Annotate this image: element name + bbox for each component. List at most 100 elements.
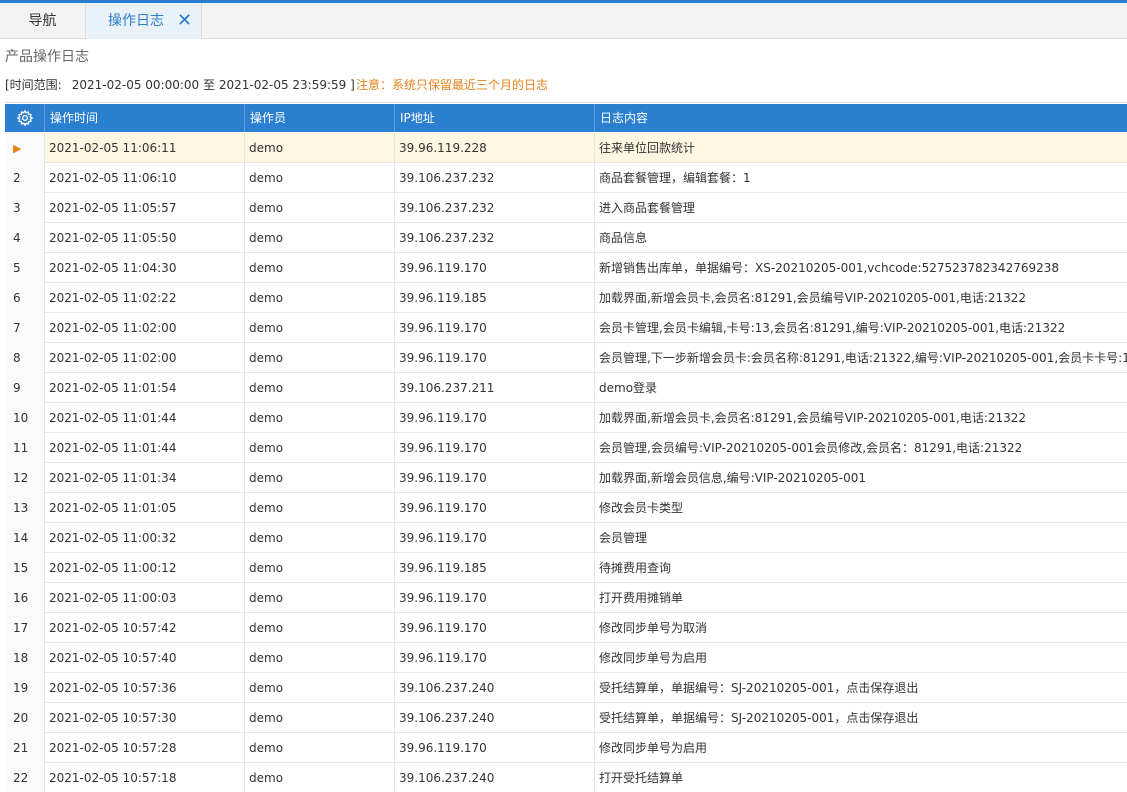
row-number: 21 (5, 733, 45, 763)
gear-icon[interactable] (5, 104, 45, 132)
cell-ip: 39.106.237.232 (395, 223, 595, 253)
cell-content: 修改会员卡类型 (599, 501, 684, 515)
cell-content: 商品信息 (599, 231, 648, 245)
row-number: 8 (5, 343, 45, 373)
table-row[interactable]: 14 2021-02-05 11:00:32 demo 39.96.119.170 会员… (5, 523, 1127, 553)
row-number: 7 (5, 313, 45, 343)
play-arrow-icon: ▶ (13, 142, 22, 155)
cell-content: 会员管理,会员编号:VIP-20210205-001会员修改,会员名：81291… (599, 441, 1023, 455)
cell-content: 新增销售出库单，单据编号：XS-20210205-001,vchcode:527… (599, 261, 1060, 275)
cell-time: 2021-02-05 11:00:12 (45, 553, 245, 583)
row-number: 16 (5, 583, 45, 613)
cell-operator: demo (245, 733, 395, 763)
cell-ip: 39.96.119.170 (395, 313, 595, 343)
row-number: 13 (5, 493, 45, 523)
cell-operator: demo (245, 553, 395, 583)
cell-operator: demo (245, 763, 395, 792)
tab-operation-log-label: 操作日志 (108, 13, 164, 29)
cell-time: 2021-02-05 10:57:30 (45, 703, 245, 733)
table-row[interactable]: 18 2021-02-05 10:57:40 demo 39.96.119.170 修改… (5, 643, 1127, 673)
cell-operator: demo (245, 673, 395, 703)
cell-time: 2021-02-05 11:02:00 (45, 313, 245, 343)
table-row[interactable]: 2 2021-02-05 11:06:10 demo 39.106.237.232 商品… (5, 163, 1127, 193)
cell-time: 2021-02-05 11:06:11 (45, 133, 245, 163)
cell-operator: demo (245, 613, 395, 643)
column-header-ip[interactable]: IP地址 (395, 104, 595, 132)
cell-ip: 39.96.119.170 (395, 643, 595, 673)
cell-ip: 39.96.119.170 (395, 733, 595, 763)
cell-ip: 39.96.119.170 (395, 253, 595, 283)
column-header-time[interactable]: 操作时间 (45, 104, 245, 132)
cell-operator: demo (245, 433, 395, 463)
row-number: 20 (5, 703, 45, 733)
table-row[interactable]: 9 2021-02-05 11:01:54 demo 39.106.237.211 de… (5, 373, 1127, 403)
tab-bar: 导航 操作日志 ✕ (0, 3, 1127, 39)
table-row[interactable]: 12 2021-02-05 11:01:34 demo 39.96.119.170 加载… (5, 463, 1127, 493)
cell-operator: demo (245, 373, 395, 403)
cell-time: 2021-02-05 11:05:57 (45, 193, 245, 223)
tab-operation-log[interactable]: 操作日志 ✕ (86, 3, 202, 39)
table-row[interactable]: 19 2021-02-05 10:57:36 demo 39.106.237.240 受… (5, 673, 1127, 703)
cell-operator: demo (245, 493, 395, 523)
cell-ip: 39.96.119.170 (395, 493, 595, 523)
cell-content: 受托结算单，单据编号：SJ-20210205-001，点击保存退出 (599, 681, 919, 695)
column-header-content[interactable]: 日志内容 (595, 104, 1127, 132)
cell-time: 2021-02-05 11:06:10 (45, 163, 245, 193)
table-row[interactable]: 17 2021-02-05 10:57:42 demo 39.96.119.170 修改… (5, 613, 1127, 643)
cell-content: demo登录 (599, 381, 658, 395)
table-row[interactable]: 22 2021-02-05 10:57:18 demo 39.106.237.240 打… (5, 763, 1127, 792)
close-icon[interactable]: ✕ (177, 3, 192, 39)
cell-ip: 39.96.119.185 (395, 283, 595, 313)
cell-operator: demo (245, 313, 395, 343)
table-row[interactable]: 8 2021-02-05 11:02:00 demo 39.96.119.170 会员管… (5, 343, 1127, 373)
cell-time: 2021-02-05 10:57:40 (45, 643, 245, 673)
cell-time: 2021-02-05 10:57:28 (45, 733, 245, 763)
table-row[interactable]: 5 2021-02-05 11:04:30 demo 39.96.119.170 新增销… (5, 253, 1127, 283)
cell-operator: demo (245, 133, 395, 163)
table-row[interactable]: 16 2021-02-05 11:00:03 demo 39.96.119.170 打开… (5, 583, 1127, 613)
cell-time: 2021-02-05 11:02:00 (45, 343, 245, 373)
cell-content: 商品套餐管理，编辑套餐：1 (599, 171, 751, 185)
table-row[interactable]: 4 2021-02-05 11:05:50 demo 39.106.237.232 商品… (5, 223, 1127, 253)
cell-ip: 39.106.237.211 (395, 373, 595, 403)
time-range-open: [时间范围: (5, 78, 62, 92)
column-header-operator[interactable]: 操作员 (245, 104, 395, 132)
time-range: [时间范围: 2021-02-05 00:00:00 至 2021-02-05 2… (5, 76, 355, 93)
time-range-separator: 至 (203, 78, 216, 92)
cell-time: 2021-02-05 11:04:30 (45, 253, 245, 283)
table-row[interactable]: 3 2021-02-05 11:05:57 demo 39.106.237.232 进入… (5, 193, 1127, 223)
cell-content: 加载界面,新增会员信息,编号:VIP-20210205-001 (599, 471, 867, 485)
page-title: 产品操作日志 (5, 49, 89, 65)
cell-content: 加载界面,新增会员卡,会员名:81291,会员编号VIP-20210205-00… (599, 411, 1027, 425)
cell-content: 修改同步单号为启用 (599, 651, 708, 665)
cell-operator: demo (245, 253, 395, 283)
time-range-end: 2021-02-05 23:59:59 (218, 78, 347, 92)
cell-ip: 39.96.119.228 (395, 133, 595, 163)
cell-time: 2021-02-05 11:01:34 (45, 463, 245, 493)
table-row[interactable]: 13 2021-02-05 11:01:05 demo 39.96.119.170 修改… (5, 493, 1127, 523)
time-range-start: 2021-02-05 00:00:00 (71, 78, 200, 92)
table-row[interactable]: 10 2021-02-05 11:01:44 demo 39.96.119.170 加载… (5, 403, 1127, 433)
tab-navigation[interactable]: 导航 (0, 3, 86, 39)
table-row[interactable]: ▶ 2021-02-05 11:06:11 demo 39.96.119.228 往来单… (5, 133, 1127, 163)
table-row[interactable]: 11 2021-02-05 11:01:44 demo 39.96.119.170 会员… (5, 433, 1127, 463)
table-row[interactable]: 6 2021-02-05 11:02:22 demo 39.96.119.185 加载界… (5, 283, 1127, 313)
cell-ip: 39.96.119.170 (395, 463, 595, 493)
cell-content: 修改同步单号为启用 (599, 741, 708, 755)
cell-ip: 39.106.237.240 (395, 763, 595, 792)
table-row[interactable]: 21 2021-02-05 10:57:28 demo 39.96.119.170 修改… (5, 733, 1127, 763)
cell-content: 进入商品套餐管理 (599, 201, 696, 215)
cell-operator: demo (245, 643, 395, 673)
cell-ip: 39.96.119.170 (395, 403, 595, 433)
table-row[interactable]: 15 2021-02-05 11:00:12 demo 39.96.119.185 待摊… (5, 553, 1127, 583)
table-row[interactable]: 7 2021-02-05 11:02:00 demo 39.96.119.170 会员卡… (5, 313, 1127, 343)
cell-operator: demo (245, 703, 395, 733)
cell-operator: demo (245, 583, 395, 613)
retention-notice: 注意：系统只保留最近三个月的日志 (356, 78, 549, 92)
cell-ip: 39.106.237.240 (395, 703, 595, 733)
cell-time: 2021-02-05 11:00:03 (45, 583, 245, 613)
cell-operator: demo (245, 403, 395, 433)
cell-time: 2021-02-05 11:01:44 (45, 403, 245, 433)
row-number: 2 (5, 163, 45, 193)
table-row[interactable]: 20 2021-02-05 10:57:30 demo 39.106.237.240 受… (5, 703, 1127, 733)
